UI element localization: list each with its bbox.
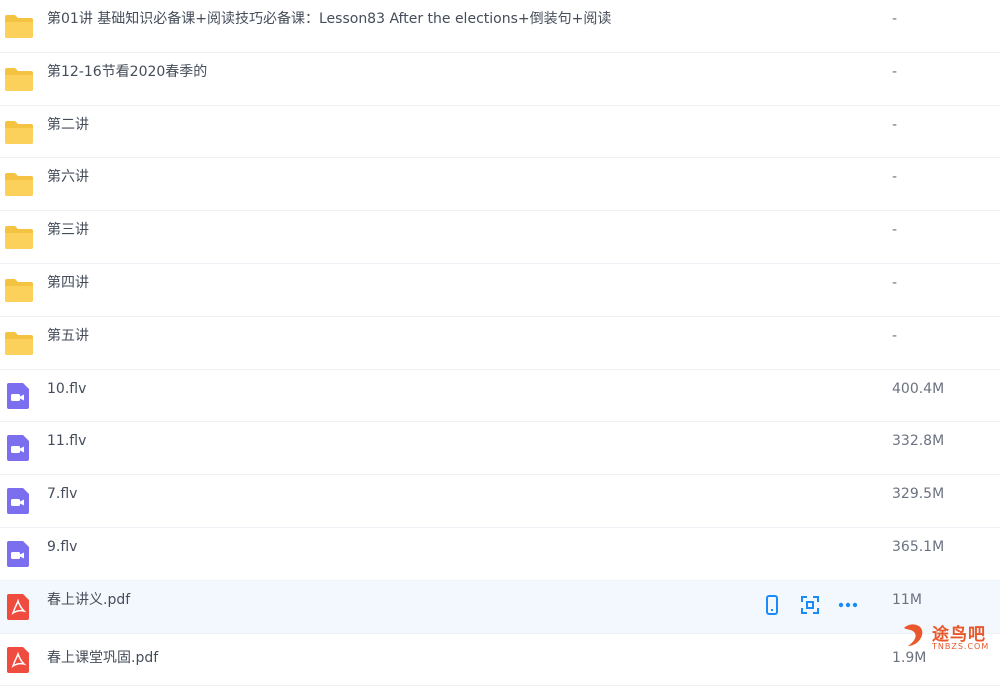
file-size: 400.4M bbox=[892, 380, 945, 397]
file-name-link[interactable]: 第01讲 基础知识必备课+阅读技巧必备课：Lesson83 After the … bbox=[47, 0, 611, 39]
file-row[interactable]: 第二讲 - bbox=[0, 106, 1000, 159]
file-name-link[interactable]: 第六讲 bbox=[47, 158, 89, 197]
file-size: - bbox=[892, 274, 898, 291]
watermark-subtext: TNBZS.COM bbox=[932, 642, 990, 651]
file-size: - bbox=[892, 116, 898, 133]
file-row[interactable]: 10.flv 400.4M bbox=[0, 370, 1000, 423]
file-name-link[interactable]: 春上讲义.pdf bbox=[47, 581, 130, 620]
file-row[interactable]: 第12-16节看2020春季的 - bbox=[0, 53, 1000, 106]
file-row[interactable]: 第五讲 - bbox=[0, 317, 1000, 370]
file-size: 329.5M bbox=[892, 486, 945, 503]
file-name-link[interactable]: 第四讲 bbox=[47, 264, 89, 303]
pdf-file-icon bbox=[4, 592, 34, 622]
file-row[interactable]: 9.flv 365.1M bbox=[0, 528, 1000, 581]
file-size: - bbox=[892, 63, 898, 80]
file-name-link[interactable]: 第五讲 bbox=[47, 317, 89, 356]
video-file-icon bbox=[4, 433, 34, 463]
file-size: - bbox=[892, 222, 898, 239]
file-name-link[interactable]: 第三讲 bbox=[47, 211, 89, 250]
file-row[interactable]: 11.flv 332.8M bbox=[0, 422, 1000, 476]
pdf-file-icon bbox=[4, 645, 34, 675]
file-size: - bbox=[892, 327, 898, 344]
file-size: - bbox=[892, 11, 898, 27]
file-row[interactable]: 第六讲 - bbox=[0, 158, 1000, 212]
file-name-link[interactable]: 9.flv bbox=[47, 528, 77, 567]
file-row[interactable]: 第01讲 基础知识必备课+阅读技巧必备课：Lesson83 After the … bbox=[0, 0, 1000, 53]
bird-logo-icon bbox=[904, 624, 923, 646]
folder-icon bbox=[4, 328, 34, 358]
share-icon[interactable] bbox=[798, 593, 822, 617]
folder-icon bbox=[4, 11, 34, 41]
file-row[interactable]: 7.flv 329.5M bbox=[0, 475, 1000, 528]
file-name-link[interactable]: 第二讲 bbox=[47, 106, 89, 145]
file-list: 第01讲 基础知识必备课+阅读技巧必备课：Lesson83 After the … bbox=[0, 0, 1000, 686]
file-row[interactable]: 春上课堂巩固.pdf 1.9M bbox=[0, 634, 1000, 686]
file-size: 332.8M bbox=[892, 433, 945, 450]
file-row[interactable]: 第三讲 - bbox=[0, 211, 1000, 264]
folder-icon bbox=[4, 222, 34, 252]
file-size: - bbox=[892, 169, 898, 186]
file-row[interactable]: 第四讲 - bbox=[0, 264, 1000, 317]
folder-icon bbox=[4, 275, 34, 305]
folder-icon bbox=[4, 169, 34, 199]
file-name-link[interactable]: 10.flv bbox=[47, 370, 86, 409]
file-name-link[interactable]: 7.flv bbox=[47, 475, 77, 514]
file-size: 365.1M bbox=[892, 538, 945, 555]
more-icon[interactable] bbox=[836, 593, 860, 617]
watermark-logo: 途鸟吧 TNBZS.COM bbox=[900, 620, 996, 656]
phone-icon[interactable] bbox=[760, 593, 784, 617]
file-name-link[interactable]: 11.flv bbox=[47, 422, 86, 461]
folder-icon bbox=[4, 117, 34, 147]
file-row[interactable]: 春上讲义.pdf 11M bbox=[0, 580, 1000, 634]
folder-icon bbox=[4, 64, 34, 94]
video-file-icon bbox=[4, 539, 34, 569]
video-file-icon bbox=[4, 381, 34, 411]
video-file-icon bbox=[4, 486, 34, 516]
file-name-link[interactable]: 第12-16节看2020春季的 bbox=[47, 53, 207, 92]
file-size: 11M bbox=[892, 591, 922, 608]
